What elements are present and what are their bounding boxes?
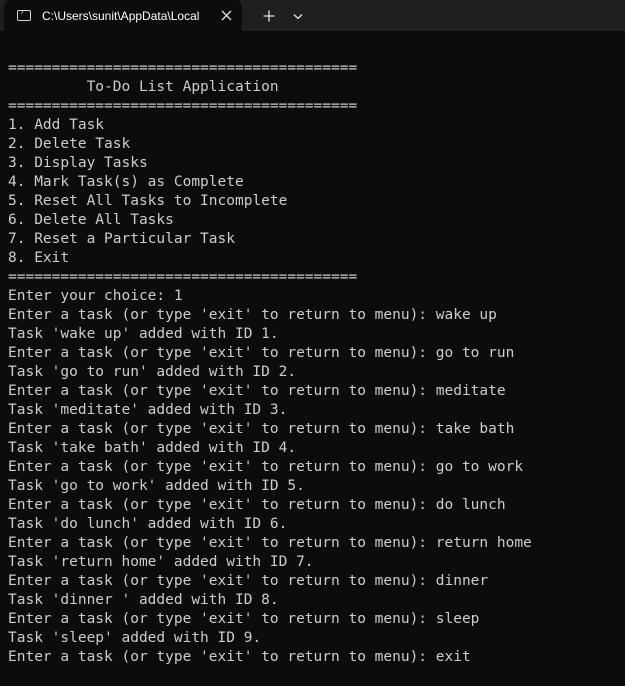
terminal-icon: [17, 10, 31, 21]
terminal-line: Task 'meditate' added with ID 3.: [8, 402, 288, 418]
terminal-line: 7. Reset a Particular Task: [8, 231, 235, 247]
terminal-line: 1. Add Task: [8, 117, 105, 133]
terminal-line: Enter a task (or type 'exit' to return t…: [8, 611, 480, 627]
terminal-line: To-Do List Application: [8, 79, 279, 95]
terminal-line: Task 'go to work' added with ID 5.: [8, 478, 305, 494]
terminal-line: ========================================: [8, 98, 358, 114]
tab-dropdown-button[interactable]: [287, 5, 309, 27]
terminal-line: ========================================: [8, 60, 358, 76]
terminal-line: Task 'do lunch' added with ID 6.: [8, 516, 288, 532]
terminal-line: Task 'go to run' added with ID 2.: [8, 364, 297, 380]
close-icon: [221, 10, 231, 20]
terminal-output[interactable]: ========================================…: [8, 59, 532, 667]
terminal-line: 8. Exit: [8, 250, 70, 266]
terminal-line: Task 'return home' added with ID 7.: [8, 554, 314, 570]
terminal-line: 5. Reset All Tasks to Incomplete: [8, 193, 288, 209]
plus-icon: [263, 10, 275, 22]
terminal-window: C:\Users\sunit\AppData\Local ===========…: [0, 0, 625, 686]
terminal-tab[interactable]: C:\Users\sunit\AppData\Local: [4, 0, 242, 31]
title-bar: C:\Users\sunit\AppData\Local: [0, 0, 625, 31]
terminal-line: Task 'dinner ' added with ID 8.: [8, 592, 279, 608]
terminal-line: Enter a task (or type 'exit' to return t…: [8, 459, 524, 475]
terminal-line: ========================================: [8, 269, 358, 285]
new-tab-button[interactable]: [258, 5, 280, 27]
terminal-line: Enter a task (or type 'exit' to return t…: [8, 535, 532, 551]
terminal-line: Enter a task (or type 'exit' to return t…: [8, 421, 515, 437]
terminal-line: Enter a task (or type 'exit' to return t…: [8, 649, 471, 665]
terminal-line: Enter a task (or type 'exit' to return t…: [8, 573, 489, 589]
terminal-line: Task 'take bath' added with ID 4.: [8, 440, 297, 456]
terminal-line: Task 'wake up' added with ID 1.: [8, 326, 279, 342]
terminal-line: 6. Delete All Tasks: [8, 212, 174, 228]
terminal-line: 4. Mark Task(s) as Complete: [8, 174, 244, 190]
terminal-line: Enter a task (or type 'exit' to return t…: [8, 307, 497, 323]
close-tab-button[interactable]: [218, 7, 234, 23]
tab-title: C:\Users\sunit\AppData\Local: [42, 8, 200, 23]
terminal-line: Enter a task (or type 'exit' to return t…: [8, 383, 506, 399]
terminal-line: Task 'sleep' added with ID 9.: [8, 630, 262, 646]
terminal-line: Enter your choice: 1: [8, 288, 183, 304]
terminal-line: Enter a task (or type 'exit' to return t…: [8, 345, 515, 361]
terminal-line: Enter a task (or type 'exit' to return t…: [8, 497, 506, 513]
chevron-down-icon: [293, 13, 303, 19]
terminal-line: 2. Delete Task: [8, 136, 131, 152]
terminal-line: 3. Display Tasks: [8, 155, 148, 171]
